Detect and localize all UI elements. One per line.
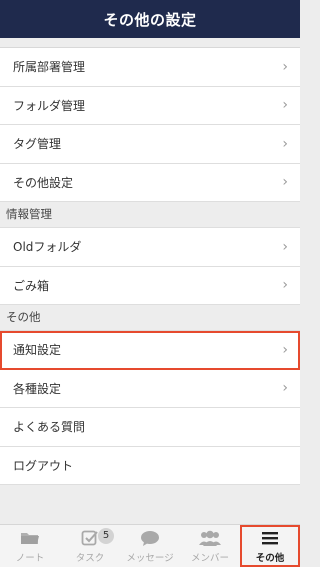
- top-spacer: [0, 38, 300, 48]
- page-title: その他の設定: [103, 10, 197, 29]
- list-item-label: 各種設定: [13, 381, 62, 396]
- list-item-trash[interactable]: ごみ箱 ›: [0, 266, 300, 305]
- bottom-tab-bar: ノート 5 タスク メッセージ メンバー その他: [0, 524, 300, 567]
- members-icon: [199, 528, 221, 548]
- chevron-right-icon: ›: [282, 58, 288, 75]
- list-item-other-settings[interactable]: その他設定 ›: [0, 163, 300, 202]
- list-item-notification-settings[interactable]: 通知設定 ›: [0, 331, 300, 370]
- chevron-right-icon: ›: [282, 380, 288, 397]
- list-item-various-settings[interactable]: 各種設定 ›: [0, 369, 300, 408]
- list-item-faq[interactable]: よくある質問: [0, 408, 300, 447]
- list-item-label: ログアウト: [13, 458, 74, 473]
- chevron-right-icon: ›: [282, 174, 288, 191]
- list-item-label: 通知設定: [13, 343, 62, 358]
- list-item-department[interactable]: 所属部署管理 ›: [0, 48, 300, 87]
- checkbox-icon: [81, 528, 99, 548]
- menu-icon: [261, 528, 279, 548]
- chevron-right-icon: ›: [282, 238, 288, 255]
- section-header-info: 情報管理: [0, 202, 300, 228]
- list-item-label: よくある質問: [13, 420, 86, 435]
- tab-other[interactable]: その他: [240, 525, 300, 567]
- chevron-right-icon: ›: [282, 97, 288, 114]
- tab-note[interactable]: ノート: [0, 525, 60, 567]
- list-item-folder[interactable]: フォルダ管理 ›: [0, 86, 300, 125]
- list-item-label: ごみ箱: [13, 278, 50, 293]
- section-header-other: その他: [0, 305, 300, 331]
- list-item-label: Oldフォルダ: [13, 240, 82, 255]
- list-item-logout[interactable]: ログアウト: [0, 446, 300, 485]
- list-item-tag[interactable]: タグ管理 ›: [0, 125, 300, 164]
- tab-message[interactable]: メッセージ: [120, 525, 180, 567]
- folder-icon: [20, 528, 40, 548]
- app-header: その他の設定: [0, 0, 300, 38]
- list-item-label: フォルダ管理: [13, 98, 86, 113]
- chevron-right-icon: ›: [282, 341, 288, 358]
- tab-label: ノート: [15, 553, 45, 564]
- chevron-right-icon: ›: [282, 277, 288, 294]
- tab-label: メンバー: [190, 553, 229, 564]
- list-item-old-folder[interactable]: Oldフォルダ ›: [0, 228, 300, 267]
- list-item-label: タグ管理: [13, 137, 62, 152]
- tab-members[interactable]: メンバー: [180, 525, 240, 567]
- task-count-badge: 5: [98, 528, 114, 544]
- list-item-label: 所属部署管理: [13, 60, 86, 75]
- tab-task[interactable]: 5 タスク: [60, 525, 120, 567]
- chevron-right-icon: ›: [282, 135, 288, 152]
- tab-label: メッセージ: [126, 553, 174, 564]
- tab-label: その他: [255, 553, 285, 564]
- list-item-label: その他設定: [13, 175, 74, 190]
- settings-list: 所属部署管理 › フォルダ管理 › タグ管理 › その他設定 › 情報管理 Ol…: [0, 38, 300, 524]
- tab-label: タスク: [75, 553, 105, 564]
- chat-bubble-icon: [140, 528, 160, 548]
